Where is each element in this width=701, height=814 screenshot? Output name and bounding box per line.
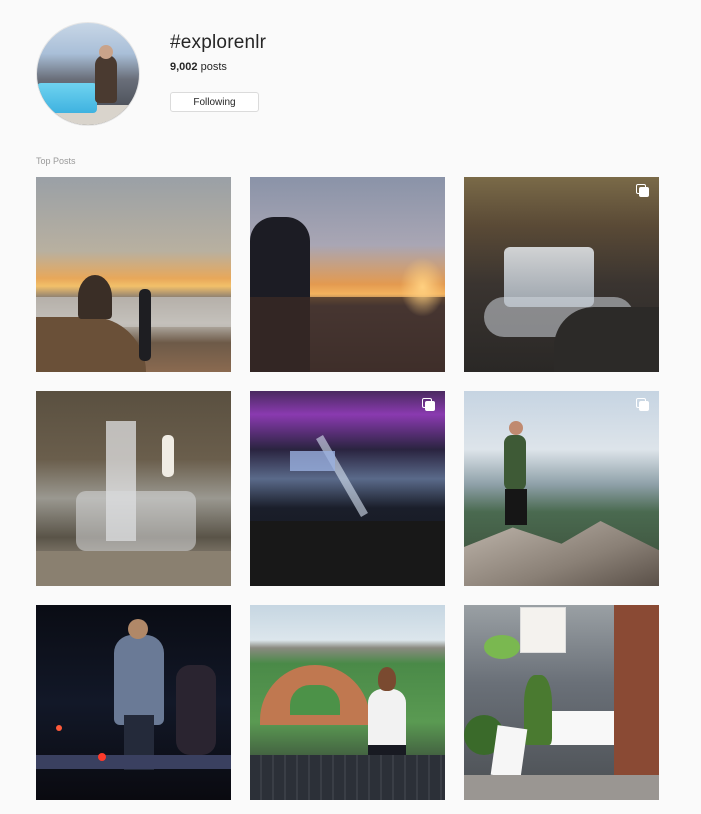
hashtag-title: #explorenlr [170, 32, 267, 53]
following-button[interactable]: Following [170, 92, 259, 112]
top-posts-grid [36, 177, 660, 801]
post-tile-man-on-mountain-rock[interactable] [464, 391, 659, 586]
carousel-icon [636, 398, 650, 412]
carousel-icon [422, 398, 436, 412]
post-tile-hooded-man-sunset[interactable] [250, 177, 445, 372]
post-tile-singer-on-stage[interactable] [36, 605, 231, 800]
post-tile-waterfall-rocks[interactable] [464, 177, 659, 372]
posts-count-label: posts [197, 61, 227, 73]
post-tile-woman-at-ballpark[interactable] [250, 605, 445, 800]
hashtag-header: #explorenlr 9,002 posts Following [0, 0, 701, 140]
post-tile-concert-arena[interactable] [250, 391, 445, 586]
post-tile-sunset-river-overlook[interactable] [36, 177, 231, 372]
hashtag-avatar [36, 22, 140, 126]
post-tile-woman-at-waterfall[interactable] [36, 391, 231, 586]
posts-count: 9,002 posts [170, 61, 227, 73]
post-tile-garden-bistro-storefront[interactable] [464, 605, 659, 800]
top-posts-label: Top Posts [36, 156, 76, 166]
posts-count-value: 9,002 [170, 61, 198, 73]
carousel-icon [636, 184, 650, 198]
